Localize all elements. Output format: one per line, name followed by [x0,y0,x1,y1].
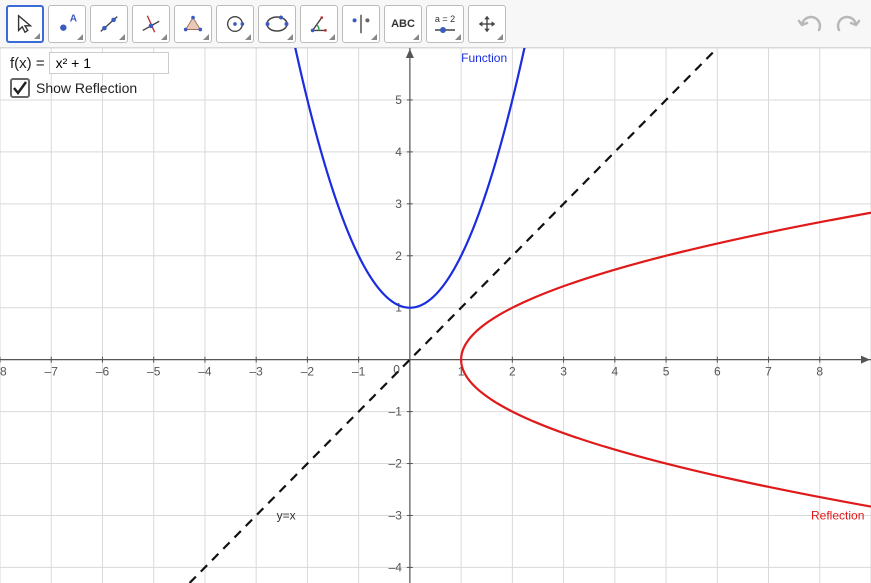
slider-icon: a = 2 [433,14,457,34]
cursor-icon [14,13,36,35]
svg-text:–3: –3 [249,365,263,379]
svg-text:–7: –7 [45,365,59,379]
reflect-icon [350,13,372,35]
move-view-icon [476,13,498,35]
svg-text:3: 3 [560,365,567,379]
toolbar: A [0,0,871,48]
show-reflection-checkbox[interactable] [10,78,30,98]
function-input[interactable] [49,52,169,74]
svg-text:4: 4 [611,365,618,379]
reflect-tool[interactable] [342,5,380,43]
svg-text:–1: –1 [389,405,403,419]
svg-text:4: 4 [395,145,402,159]
slider-tool[interactable]: a = 2 [426,5,464,43]
undo-button[interactable] [795,8,827,40]
perpendicular-tool[interactable] [132,5,170,43]
svg-text:–4: –4 [389,560,403,574]
angle-tool[interactable] [300,5,338,43]
toolbar-right [795,0,863,48]
angle-icon [308,13,330,35]
svg-text:–8: –8 [0,365,7,379]
polygon-tool[interactable] [174,5,212,43]
svg-text:2: 2 [509,365,516,379]
function-curve-label: Function [461,51,507,65]
graph-canvas: –8–7–6–5–4–3–2–1012345678–4–3–2–112345Fu… [0,48,871,583]
redo-button[interactable] [831,8,863,40]
circle-center-tool[interactable] [216,5,254,43]
move-view-tool[interactable] [468,5,506,43]
svg-text:2: 2 [395,249,402,263]
show-reflection-label: Show Reflection [36,80,137,96]
svg-text:–6: –6 [96,365,110,379]
point-icon: A [56,13,78,35]
move-tool[interactable] [6,5,44,43]
text-icon: ABC [391,18,415,30]
svg-text:7: 7 [765,365,772,379]
svg-text:5: 5 [395,93,402,107]
circle-3pt-tool[interactable] [258,5,296,43]
line-tool[interactable] [90,5,128,43]
graph-area[interactable]: –8–7–6–5–4–3–2–1012345678–4–3–2–112345Fu… [0,48,871,583]
svg-text:–1: –1 [352,365,366,379]
polygon-icon [182,13,204,35]
perpendicular-icon [140,13,162,35]
svg-text:–3: –3 [389,508,403,522]
svg-text:–2: –2 [389,457,403,471]
circle-center-icon [224,13,246,35]
identity-line-label: y=x [277,508,296,522]
show-reflection-row: Show Reflection [10,78,169,98]
check-icon [12,80,28,96]
svg-text:3: 3 [395,197,402,211]
svg-text:–5: –5 [147,365,161,379]
function-prefix-label: f(x) = [10,55,45,72]
function-input-row: f(x) = [10,52,169,74]
point-tool[interactable]: A [48,5,86,43]
svg-text:5: 5 [663,365,670,379]
undo-icon [797,13,825,35]
reflection-curve-label: Reflection [811,508,864,522]
svg-text:8: 8 [816,365,823,379]
svg-text:A: A [70,13,78,24]
redo-icon [833,13,861,35]
svg-text:6: 6 [714,365,721,379]
svg-text:–4: –4 [198,365,212,379]
text-tool[interactable]: ABC [384,5,422,43]
controls-panel: f(x) = Show Reflection [10,52,169,98]
line-icon [98,13,120,35]
ellipse-icon [265,12,289,36]
svg-text:–2: –2 [301,365,315,379]
